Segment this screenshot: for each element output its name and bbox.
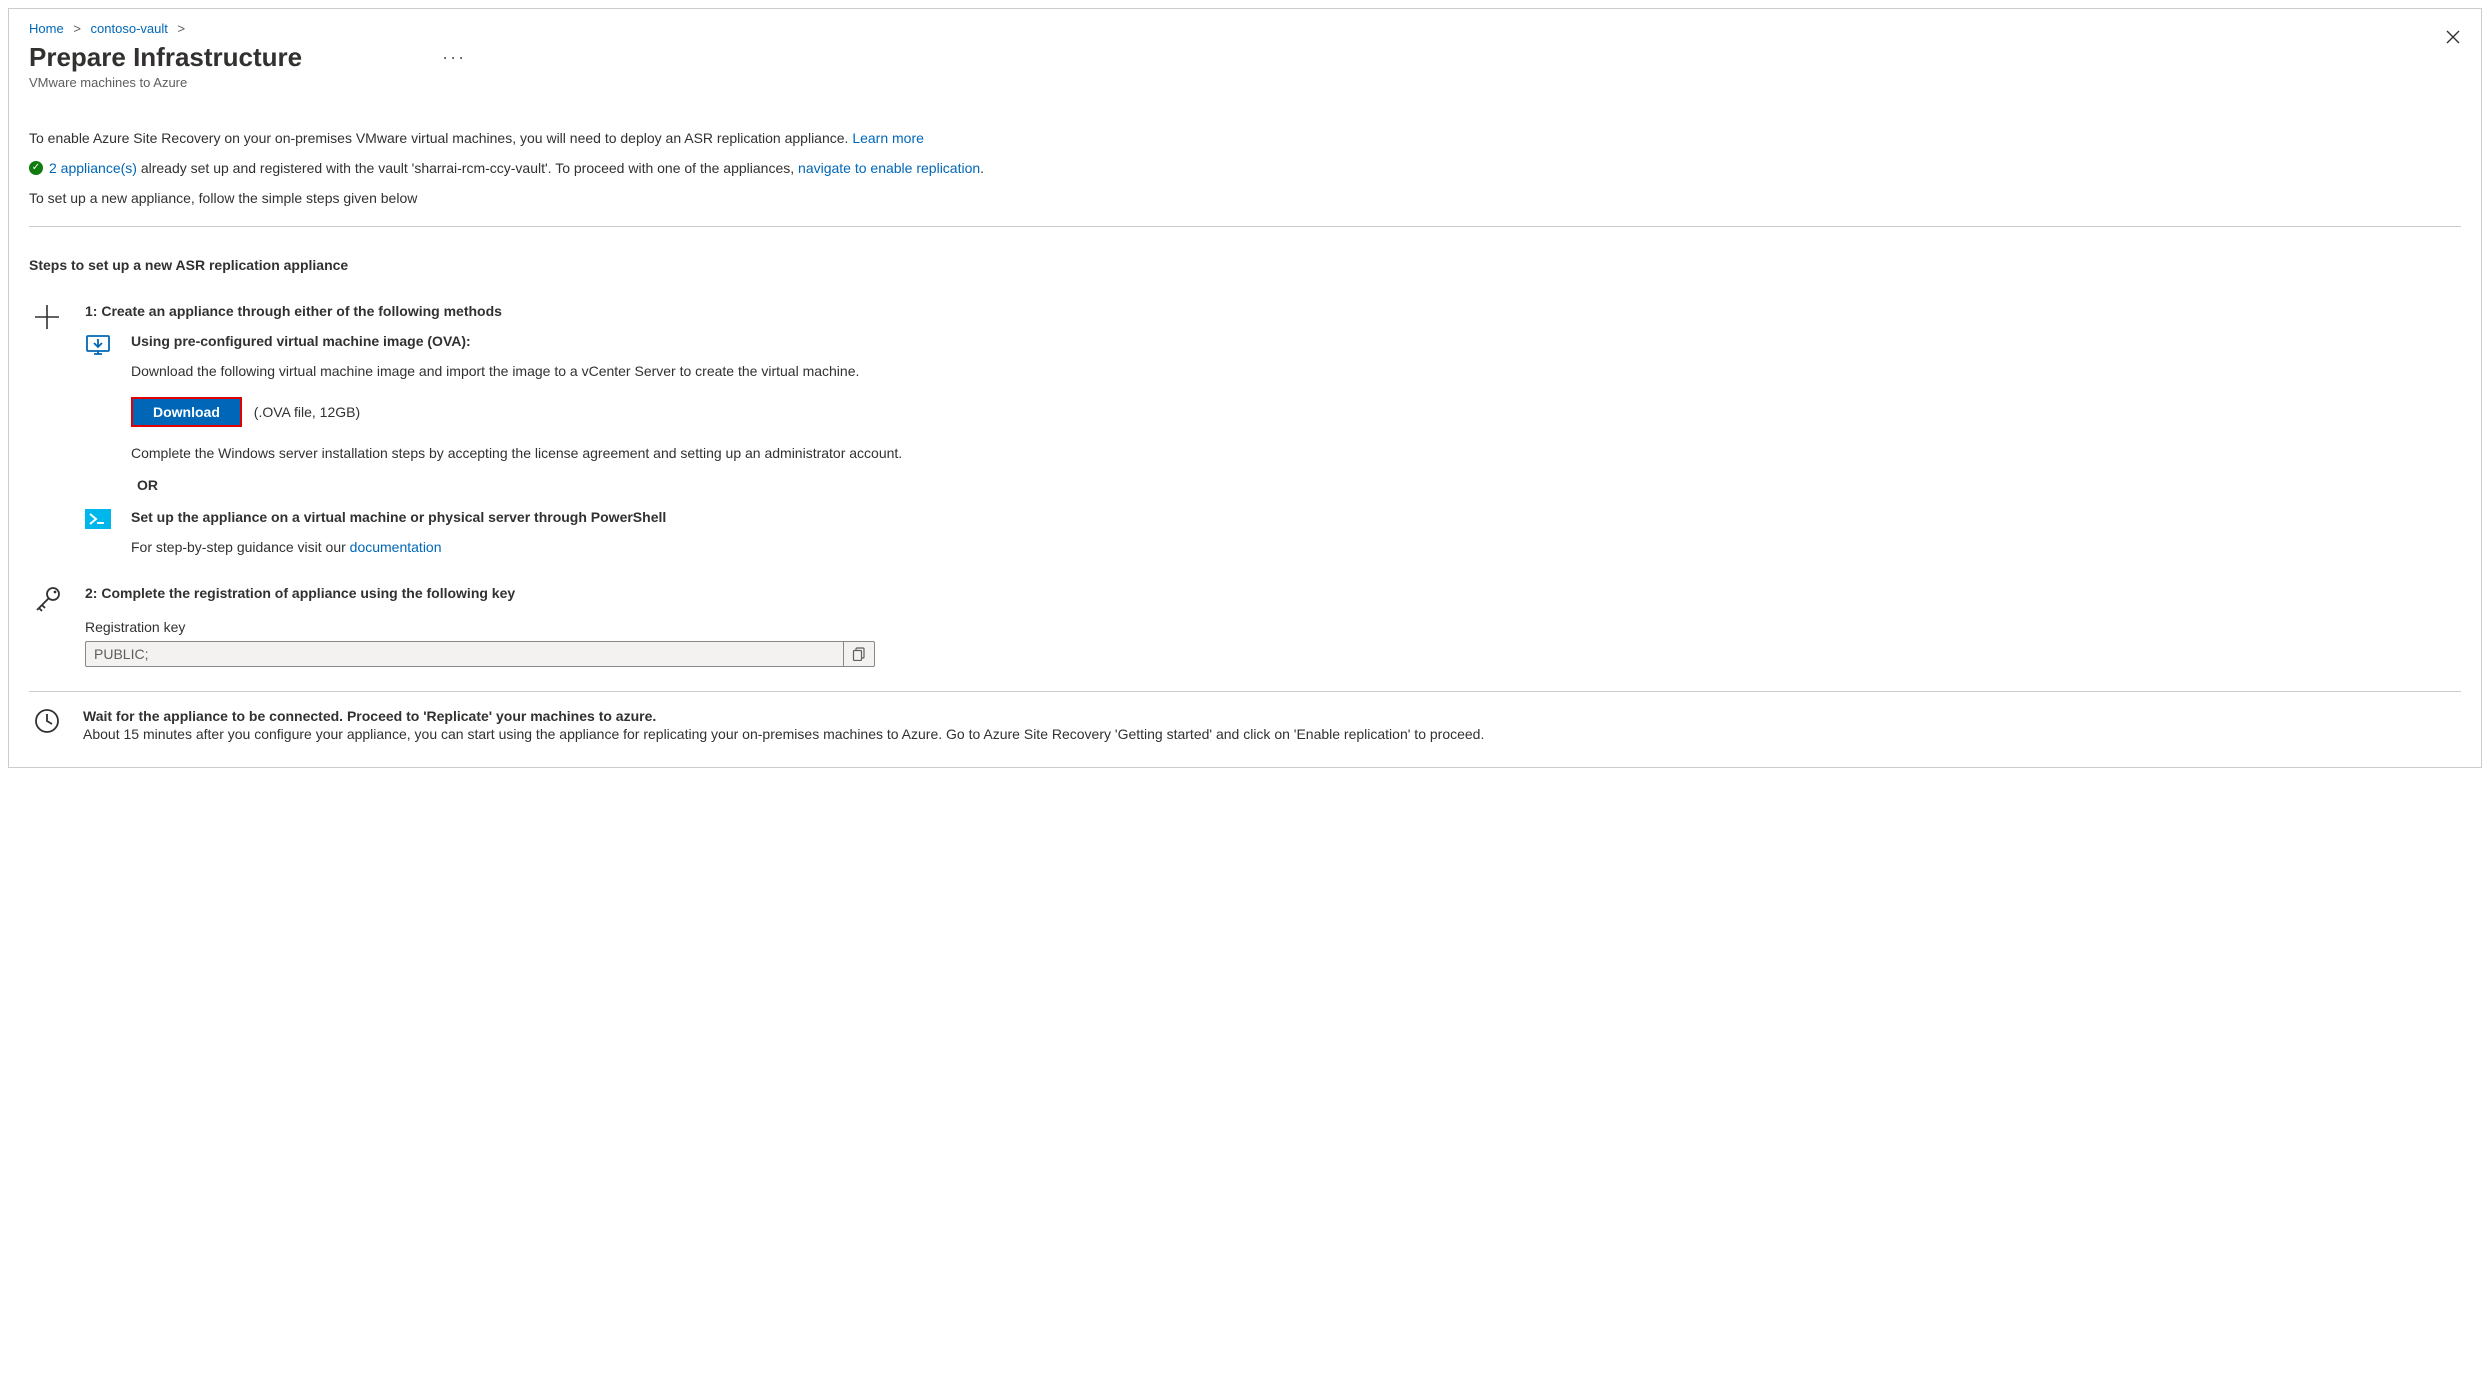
key-icon bbox=[32, 585, 62, 615]
prepare-infrastructure-panel: Home > contoso-vault > Prepare Infrastru… bbox=[8, 8, 2482, 768]
copy-button[interactable] bbox=[843, 641, 875, 667]
wait-desc: About 15 minutes after you configure you… bbox=[83, 726, 1484, 742]
status-period: . bbox=[980, 160, 984, 176]
powershell-title: Set up the appliance on a virtual machin… bbox=[131, 509, 2461, 525]
ova-method: Using pre-configured virtual machine ima… bbox=[85, 333, 2461, 461]
powershell-desc-prefix: For step-by-step guidance visit our bbox=[131, 539, 350, 555]
steps-heading: Steps to set up a new ASR replication ap… bbox=[29, 257, 2461, 273]
plus-icon bbox=[33, 303, 61, 331]
breadcrumb-separator: > bbox=[73, 21, 81, 36]
or-label: OR bbox=[137, 477, 2461, 493]
appliance-status-line: ✓ 2 appliance(s) already set up and regi… bbox=[29, 160, 2461, 176]
documentation-link[interactable]: documentation bbox=[350, 539, 442, 555]
step-1: 1: Create an appliance through either of… bbox=[29, 303, 2461, 565]
powershell-icon bbox=[85, 509, 111, 529]
intro-text: To enable Azure Site Recovery on your on… bbox=[29, 130, 2461, 146]
download-button[interactable]: Download bbox=[131, 397, 242, 427]
breadcrumb-separator: > bbox=[177, 21, 185, 36]
registration-key-label: Registration key bbox=[85, 619, 2461, 635]
step-1-title: 1: Create an appliance through either of… bbox=[85, 303, 2461, 319]
ova-title: Using pre-configured virtual machine ima… bbox=[131, 333, 2461, 349]
ova-complete-text: Complete the Windows server installation… bbox=[131, 445, 2461, 461]
copy-icon bbox=[852, 647, 866, 661]
more-actions-button[interactable]: ··· bbox=[442, 47, 466, 68]
powershell-desc: For step-by-step guidance visit our docu… bbox=[131, 539, 2461, 555]
learn-more-link[interactable]: Learn more bbox=[852, 130, 924, 146]
divider bbox=[29, 226, 2461, 227]
page-title: Prepare Infrastructure bbox=[29, 42, 302, 73]
status-text-mid: already set up and registered with the v… bbox=[137, 160, 798, 176]
step-2: 2: Complete the registration of applianc… bbox=[29, 585, 2461, 667]
clock-icon bbox=[34, 708, 60, 734]
ova-desc: Download the following virtual machine i… bbox=[131, 363, 2461, 379]
wait-title: Wait for the appliance to be connected. … bbox=[83, 708, 1484, 724]
registration-key-input[interactable] bbox=[85, 641, 843, 667]
registration-key-field-row bbox=[85, 641, 875, 667]
download-note: (.OVA file, 12GB) bbox=[254, 404, 360, 420]
step-2-title: 2: Complete the registration of applianc… bbox=[85, 585, 2461, 601]
close-icon bbox=[2445, 29, 2461, 45]
navigate-enable-replication-link[interactable]: navigate to enable replication bbox=[798, 160, 980, 176]
powershell-method: Set up the appliance on a virtual machin… bbox=[85, 509, 2461, 555]
breadcrumb-vault[interactable]: contoso-vault bbox=[91, 21, 168, 36]
breadcrumb: Home > contoso-vault > bbox=[29, 21, 2461, 36]
page-subtitle: VMware machines to Azure bbox=[29, 75, 2461, 90]
download-vm-icon bbox=[85, 333, 111, 359]
setup-new-text: To set up a new appliance, follow the si… bbox=[29, 190, 2461, 206]
close-button[interactable] bbox=[2441, 25, 2465, 49]
breadcrumb-home[interactable]: Home bbox=[29, 21, 64, 36]
divider bbox=[29, 691, 2461, 692]
success-icon: ✓ bbox=[29, 161, 43, 175]
wait-section: Wait for the appliance to be connected. … bbox=[29, 708, 2461, 742]
appliances-link[interactable]: 2 appliance(s) bbox=[49, 160, 137, 176]
intro-sentence: To enable Azure Site Recovery on your on… bbox=[29, 130, 852, 146]
